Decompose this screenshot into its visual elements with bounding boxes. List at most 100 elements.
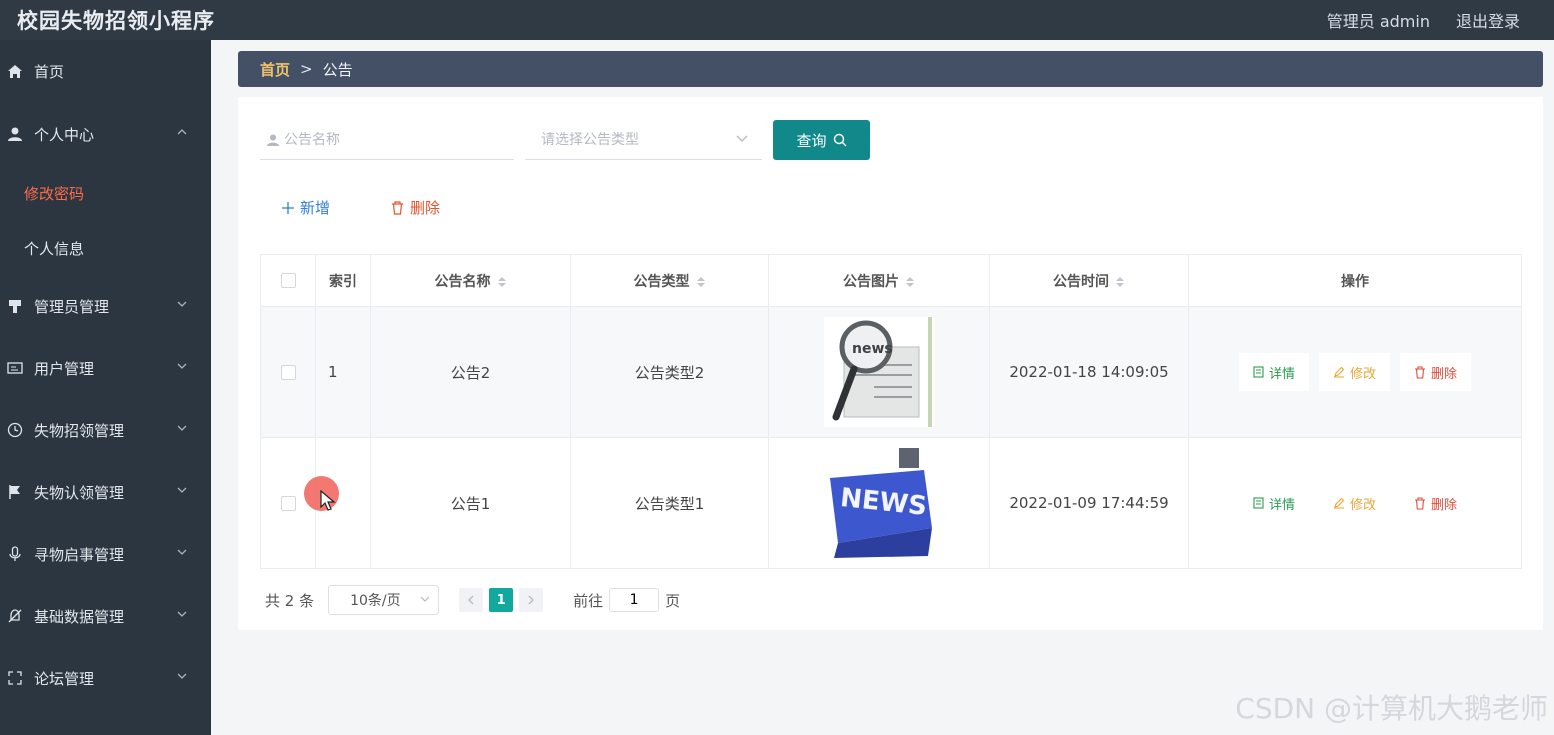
sidebar-item-claim-management[interactable]: 失物认领管理 bbox=[0, 472, 211, 512]
page-size-value: 10条/页 bbox=[350, 593, 401, 609]
query-button[interactable]: 查询 bbox=[773, 120, 870, 160]
user-icon bbox=[267, 134, 279, 146]
pagination-total: 共 2 条 bbox=[265, 591, 315, 610]
sidebar-item-home[interactable]: 首页 bbox=[0, 51, 211, 91]
chevron-down-icon bbox=[177, 363, 187, 369]
news-key-image: NEWS bbox=[824, 448, 934, 558]
sidebar-subitem-personal-info[interactable]: 个人信息 bbox=[24, 238, 84, 259]
delete-label: 删除 bbox=[1431, 497, 1458, 513]
select-all-checkbox[interactable] bbox=[280, 273, 296, 288]
newspaper-magnifier-image: news bbox=[824, 317, 934, 427]
header-index: 索引 bbox=[315, 254, 371, 307]
breadcrumb: 首页 > 公告 bbox=[238, 51, 1543, 87]
header-label: 公告名称 bbox=[434, 273, 491, 290]
chevron-up-icon bbox=[177, 129, 187, 135]
top-bar: 校园失物招领小程序 管理员 admin 退出登录 bbox=[0, 0, 1554, 40]
table-row: 1 公告2 公告类型2 news 2022-01-18 14:09:05 详情 … bbox=[260, 306, 1522, 438]
notice-name-input[interactable] bbox=[284, 131, 484, 148]
edit-icon bbox=[1333, 497, 1345, 509]
header-operations: 操作 bbox=[1188, 254, 1522, 307]
row-notice-image-cell: news bbox=[768, 306, 990, 438]
delete-label: 删除 bbox=[1431, 366, 1458, 382]
sidebar-item-lost-notice-management[interactable]: 寻物启事管理 bbox=[0, 534, 211, 574]
sort-icon bbox=[906, 276, 914, 287]
watermark: CSDN @计算机大鹅老师 bbox=[1235, 692, 1548, 725]
prev-page-button[interactable] bbox=[459, 588, 484, 612]
sidebar-item-personal-center[interactable]: 个人中心 bbox=[0, 114, 211, 154]
query-button-label: 查询 bbox=[796, 131, 827, 150]
header-label: 公告图片 bbox=[843, 273, 899, 290]
edit-button[interactable]: 修改 bbox=[1319, 484, 1390, 522]
trash-icon bbox=[392, 200, 403, 215]
chevron-right-icon bbox=[528, 595, 535, 605]
app-title: 校园失物招领小程序 bbox=[17, 9, 215, 33]
fullscreen-icon bbox=[6, 669, 24, 687]
delete-button[interactable]: 删除 bbox=[1400, 353, 1472, 391]
detail-label: 详情 bbox=[1268, 497, 1295, 513]
detail-button[interactable]: 详情 bbox=[1238, 353, 1309, 391]
row-checkbox[interactable] bbox=[280, 496, 296, 511]
header-notice-name[interactable]: 公告名称 bbox=[370, 254, 571, 307]
chevron-down-icon bbox=[177, 487, 187, 493]
edit-label: 修改 bbox=[1349, 497, 1376, 513]
sidebar-item-admin-management[interactable]: 管理员管理 bbox=[0, 286, 211, 326]
breadcrumb-home[interactable]: 首页 bbox=[260, 59, 290, 80]
table-row: 公告1 公告类型1 NEWS 2022-01-09 17:44:59 详情 修改… bbox=[260, 437, 1522, 569]
sidebar-item-user-management[interactable]: 用户管理 bbox=[0, 348, 211, 388]
sidebar-subitem-change-password[interactable]: 修改密码 bbox=[24, 183, 84, 204]
page-size-select[interactable]: 10条/页 bbox=[328, 585, 440, 615]
clock-icon bbox=[6, 421, 24, 439]
goto-page-input[interactable] bbox=[609, 588, 660, 612]
header-notice-image[interactable]: 公告图片 bbox=[768, 254, 990, 307]
header-select-all bbox=[260, 254, 316, 307]
header-notice-type[interactable]: 公告类型 bbox=[570, 254, 769, 307]
delete-button[interactable]: 删除 bbox=[1400, 484, 1471, 522]
sidebar-item-forum-management[interactable]: 论坛管理 bbox=[0, 658, 211, 698]
row-actions: 详情 修改 删除 bbox=[1189, 353, 1521, 391]
edit-button[interactable]: 修改 bbox=[1318, 353, 1390, 391]
notice-type-select[interactable] bbox=[525, 120, 762, 160]
detail-button[interactable]: 详情 bbox=[1239, 484, 1309, 522]
trash-icon bbox=[1415, 496, 1425, 510]
row-notice-time: 2022-01-18 14:09:05 bbox=[989, 306, 1189, 438]
user-icon bbox=[6, 125, 24, 143]
sidebar-item-label: 基础数据管理 bbox=[34, 607, 125, 626]
chevron-left-icon bbox=[468, 595, 474, 605]
add-button-label: 新增 bbox=[300, 199, 331, 217]
chevron-down-icon bbox=[177, 425, 187, 431]
plus-icon bbox=[282, 201, 294, 214]
bulk-delete-button[interactable]: 删除 bbox=[391, 197, 440, 218]
header-notice-time[interactable]: 公告时间 bbox=[989, 254, 1189, 307]
next-page-button[interactable] bbox=[519, 588, 544, 612]
bulk-delete-label: 删除 bbox=[410, 199, 441, 217]
row-notice-name: 公告2 bbox=[370, 306, 571, 438]
home-icon bbox=[6, 62, 24, 80]
row-notice-image-cell: NEWS bbox=[768, 437, 990, 569]
row-notice-name: 公告1 bbox=[370, 437, 571, 569]
sidebar-item-lost-found-management[interactable]: 失物招领管理 bbox=[0, 410, 211, 450]
sidebar-item-label: 失物认领管理 bbox=[34, 483, 125, 502]
sidebar-item-label: 首页 bbox=[34, 62, 65, 81]
news-paper-text: news bbox=[852, 341, 893, 357]
goto-prefix: 前往 bbox=[573, 591, 604, 610]
sidebar-item-label: 失物招领管理 bbox=[34, 421, 125, 440]
add-button[interactable]: 新增 bbox=[282, 197, 330, 218]
table-header-row: 索引 公告名称 公告类型 公告图片 公告时间 操作 bbox=[260, 254, 1522, 307]
mouse-pointer-icon bbox=[320, 490, 336, 511]
row-checkbox[interactable] bbox=[280, 365, 296, 380]
row-notice-type: 公告类型2 bbox=[570, 306, 769, 438]
user-label[interactable]: 管理员 admin bbox=[1327, 8, 1430, 32]
sidebar-item-label: 用户管理 bbox=[34, 359, 95, 378]
logout-link[interactable]: 退出登录 bbox=[1456, 8, 1520, 32]
document-icon bbox=[1253, 497, 1264, 509]
row-select-cell bbox=[260, 306, 316, 438]
edit-label: 修改 bbox=[1349, 366, 1376, 382]
microphone-icon bbox=[6, 545, 24, 563]
page-number-current[interactable]: 1 bbox=[489, 588, 514, 612]
sidebar-item-basic-data-management[interactable]: 基础数据管理 bbox=[0, 596, 211, 636]
notice-type-input[interactable] bbox=[541, 131, 741, 148]
detail-label: 详情 bbox=[1268, 366, 1295, 382]
header-label: 公告类型 bbox=[633, 273, 690, 290]
goto-suffix: 页 bbox=[665, 591, 681, 610]
chevron-down-icon bbox=[177, 673, 187, 679]
